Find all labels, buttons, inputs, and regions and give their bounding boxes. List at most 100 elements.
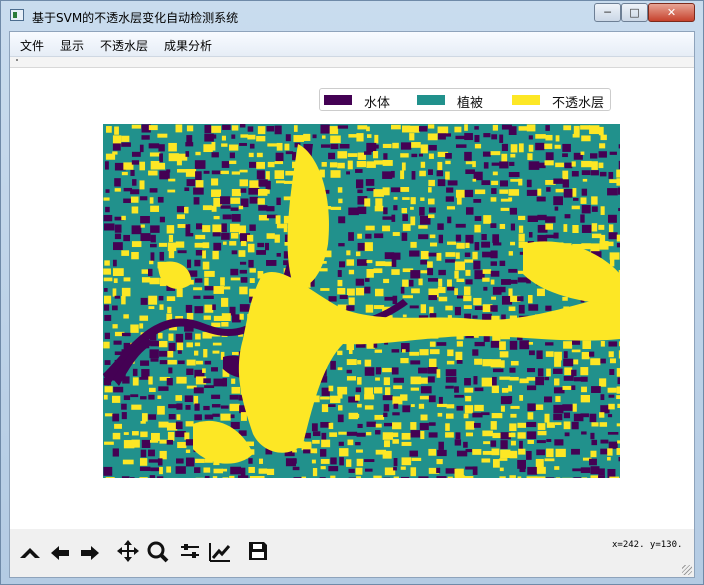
texture-cell xyxy=(455,252,460,259)
home-button[interactable] xyxy=(18,539,42,563)
texture-cell xyxy=(446,206,456,210)
texture-cell xyxy=(121,412,127,420)
texture-cell xyxy=(455,189,465,198)
texture-cell xyxy=(518,304,525,314)
texture-cell xyxy=(248,152,254,158)
texture-cell xyxy=(509,376,519,381)
texture-cell xyxy=(220,413,231,421)
texture-cell xyxy=(482,359,492,367)
texture-cell xyxy=(509,423,517,431)
texture-cell xyxy=(474,341,485,347)
forward-button[interactable] xyxy=(78,539,102,563)
texture-cell xyxy=(383,404,390,412)
texture-cell xyxy=(527,295,533,304)
texture-cell xyxy=(103,277,113,282)
texture-cell xyxy=(238,250,246,257)
close-button[interactable]: ✕ xyxy=(648,3,695,22)
texture-cell xyxy=(221,143,228,147)
figure-canvas[interactable]: 水体 植被 不透水层 xyxy=(10,68,694,529)
texture-cell xyxy=(256,475,265,478)
texture-cell xyxy=(366,421,376,427)
texture-cell xyxy=(463,305,472,309)
texture-cell xyxy=(203,405,210,411)
texture-cell xyxy=(356,449,363,453)
texture-cell xyxy=(544,458,555,462)
menu-file[interactable]: 文件 xyxy=(20,37,44,54)
texture-cell xyxy=(285,170,295,176)
texture-cell xyxy=(418,278,423,286)
texture-cell xyxy=(492,376,497,386)
texture-cell xyxy=(158,144,165,152)
texture-cell xyxy=(571,421,579,430)
texture-cell xyxy=(490,223,497,228)
pan-button[interactable] xyxy=(116,539,140,563)
texture-cell xyxy=(445,171,450,180)
texture-cell xyxy=(121,250,130,256)
texture-cell xyxy=(445,259,456,263)
texture-cell xyxy=(212,413,220,417)
menu-display[interactable]: 显示 xyxy=(60,37,84,54)
texture-cell xyxy=(194,414,202,421)
texture-cell xyxy=(580,151,585,155)
texture-cell xyxy=(427,268,434,276)
texture-cell xyxy=(311,459,316,464)
save-button[interactable] xyxy=(246,539,270,563)
texture-cell xyxy=(121,171,128,176)
texture-cell xyxy=(562,296,568,301)
edit-axis-button[interactable] xyxy=(208,539,232,563)
texture-cell xyxy=(204,270,215,277)
texture-cell xyxy=(393,476,399,478)
zoom-button[interactable] xyxy=(146,539,170,563)
texture-cell xyxy=(275,180,285,184)
texture-cell xyxy=(492,171,498,176)
texture-cell xyxy=(490,421,497,430)
title-bar[interactable]: 基于SVM的不透水层变化自动检测系统 ─ □ ✕ xyxy=(1,1,703,31)
texture-cell xyxy=(166,313,173,321)
texture-cell xyxy=(410,387,419,391)
texture-cell xyxy=(616,234,620,242)
toolbar-handle[interactable] xyxy=(16,59,18,61)
texture-cell xyxy=(292,466,300,471)
texture-cell xyxy=(382,395,393,401)
texture-cell xyxy=(130,477,135,478)
configure-subplots-button[interactable] xyxy=(178,539,202,563)
menu-result-analysis[interactable]: 成果分析 xyxy=(164,37,212,54)
texture-cell xyxy=(501,143,508,151)
texture-cell xyxy=(581,170,591,176)
texture-cell xyxy=(266,233,275,239)
texture-cell xyxy=(536,288,545,297)
resize-grip[interactable] xyxy=(682,565,692,575)
texture-cell xyxy=(598,162,604,169)
texture-cell xyxy=(168,414,176,420)
texture-cell xyxy=(355,467,363,475)
texture-cell xyxy=(472,178,477,182)
texture-cell xyxy=(382,143,392,148)
classification-map[interactable] xyxy=(103,124,620,478)
texture-cell xyxy=(177,250,187,254)
maximize-button[interactable]: □ xyxy=(621,3,648,22)
menu-impervious-layer[interactable]: 不透水层 xyxy=(100,37,148,54)
texture-cell xyxy=(581,205,591,214)
texture-cell xyxy=(339,457,344,466)
texture-cell xyxy=(607,468,616,478)
texture-cell xyxy=(131,206,139,214)
texture-cell xyxy=(418,225,428,229)
texture-cell xyxy=(204,475,210,478)
texture-cell xyxy=(276,142,283,151)
minimize-button[interactable]: ─ xyxy=(594,3,621,22)
texture-cell xyxy=(563,125,572,131)
back-button[interactable] xyxy=(48,539,72,563)
texture-cell xyxy=(114,126,119,135)
texture-cell xyxy=(220,196,231,205)
texture-cell xyxy=(474,143,482,149)
texture-cell xyxy=(562,170,569,180)
texture-cell xyxy=(140,297,148,305)
texture-cell xyxy=(231,188,241,197)
texture-cell xyxy=(311,423,318,432)
texture-cell xyxy=(518,233,525,242)
texture-cell xyxy=(131,241,142,248)
texture-cell xyxy=(400,476,410,478)
texture-cell xyxy=(500,440,508,449)
texture-cell xyxy=(546,368,551,377)
texture-cell xyxy=(482,430,493,437)
